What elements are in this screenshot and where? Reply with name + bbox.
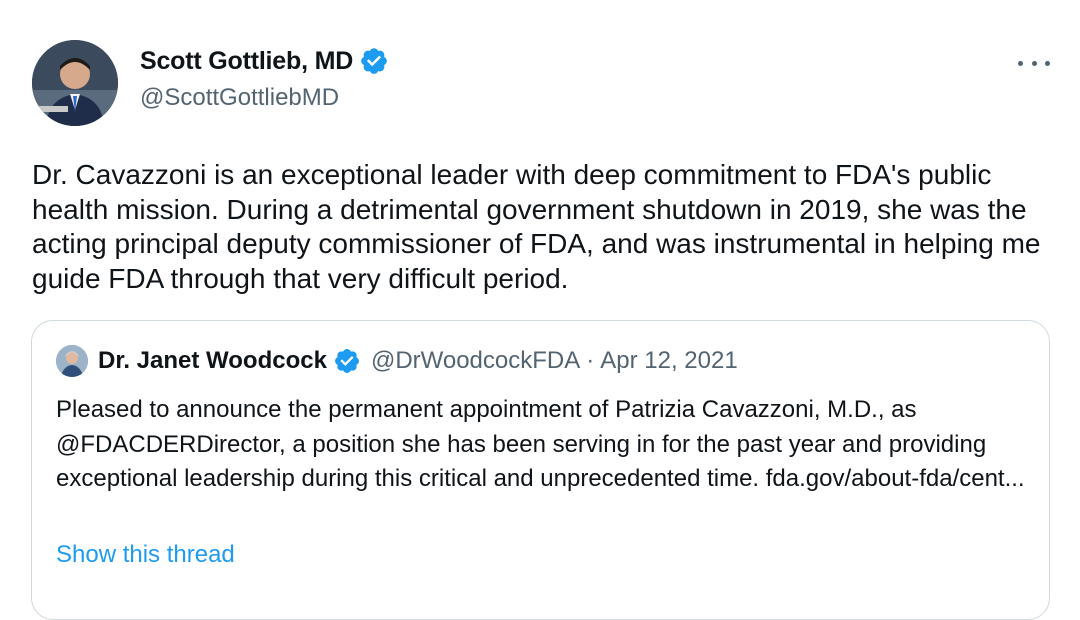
separator-dot: · xyxy=(586,347,595,374)
more-dot xyxy=(1018,60,1023,66)
quoted-tweet-date[interactable]: Apr 12, 2021 xyxy=(600,347,737,375)
tweet-card: Scott Gottlieb, MD @ScottGottliebMD Dr. … xyxy=(0,0,1080,620)
more-dot xyxy=(1045,60,1050,66)
quoted-author-handle[interactable]: @DrWoodcockFDA xyxy=(371,347,580,375)
author-avatar[interactable] xyxy=(32,40,118,126)
author-name-row: Scott Gottlieb, MD xyxy=(140,46,389,76)
more-dot xyxy=(1031,60,1037,66)
profile-photo-icon xyxy=(32,40,118,126)
profile-photo-icon xyxy=(56,345,88,377)
quoted-author-avatar[interactable] xyxy=(56,345,88,377)
author-name[interactable]: Scott Gottlieb, MD xyxy=(140,47,353,76)
verified-badge-icon xyxy=(359,46,389,76)
verified-badge-icon xyxy=(333,347,361,375)
quoted-author-name[interactable]: Dr. Janet Woodcock xyxy=(98,347,327,375)
quoted-tweet-text: Pleased to announce the permanent appoin… xyxy=(56,396,1025,492)
more-horizontal-icon[interactable] xyxy=(1018,58,1050,68)
author-handle[interactable]: @ScottGottliebMD xyxy=(140,84,339,112)
quoted-tweet-card[interactable]: Dr. Janet Woodcock @DrWoodcockFDA · Apr … xyxy=(31,320,1050,620)
show-thread-link[interactable]: Show this thread xyxy=(56,541,235,569)
quoted-tweet-header: Dr. Janet Woodcock @DrWoodcockFDA · Apr … xyxy=(56,345,738,377)
tweet-text: Dr. Cavazzoni is an exceptional leader w… xyxy=(32,159,1041,294)
